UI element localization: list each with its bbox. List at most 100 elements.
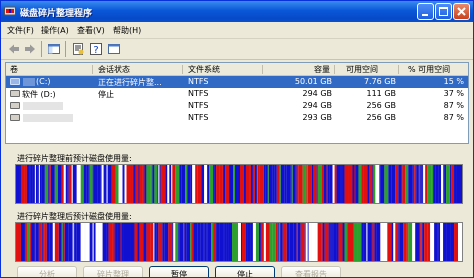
fragment-stripe	[383, 223, 388, 261]
toolbar: ?	[1, 39, 473, 60]
fragment-stripe	[121, 165, 123, 203]
menu-action[interactable]: 操作(A)	[41, 25, 69, 36]
hard-drive-icon	[10, 114, 20, 121]
fragment-stripe	[223, 165, 226, 203]
fragment-stripe	[223, 223, 225, 261]
fragment-stripe	[421, 165, 423, 203]
fragment-stripe	[393, 223, 396, 261]
properties-icon[interactable]	[71, 42, 85, 56]
volume-row[interactable]: NTFS 293 GB 256 GB 87 %	[6, 112, 468, 124]
fragment-stripe	[336, 223, 339, 261]
analyze-button[interactable]: 分析	[17, 266, 77, 277]
menu-view[interactable]: 查看(V)	[77, 25, 105, 36]
fragment-stripe	[371, 223, 373, 261]
fragment-stripe	[158, 223, 163, 261]
fragment-stripe	[250, 165, 253, 203]
column-file-system[interactable]: 文件系统	[188, 64, 220, 75]
fragment-stripe	[290, 165, 292, 203]
help-icon[interactable]: ?	[89, 42, 103, 56]
minimize-button[interactable]	[417, 3, 434, 20]
fragment-stripe	[420, 223, 422, 261]
fragment-stripe	[406, 223, 408, 261]
fragment-stripe	[257, 165, 260, 203]
fragment-stripe	[89, 165, 93, 203]
fragment-stripe	[380, 223, 384, 261]
column-free-space[interactable]: 可用空间	[346, 64, 378, 75]
percent-free: 15 %	[443, 77, 464, 86]
fragment-stripe	[391, 165, 396, 203]
fragment-stripe	[263, 165, 266, 203]
fragment-stripe	[398, 165, 402, 203]
fragment-stripe	[38, 223, 42, 261]
fragment-stripe	[114, 223, 116, 261]
fragment-stripe	[150, 165, 153, 203]
fragment-stripe	[171, 165, 173, 203]
fragment-stripe	[425, 165, 428, 203]
fragment-stripe	[233, 165, 235, 203]
title-bar[interactable]: 磁盘碎片整理程序	[1, 1, 473, 22]
fragment-stripe	[17, 223, 21, 261]
column-volume[interactable]: 卷	[10, 64, 18, 75]
volume-row[interactable]: 软件 (D:) 停止 NTFS 294 GB 111 GB 37 %	[6, 88, 468, 100]
fragment-stripe	[146, 223, 151, 261]
column-divider	[334, 65, 335, 74]
view-report-button[interactable]: 查看报告	[281, 266, 341, 277]
fragment-stripe	[376, 223, 381, 261]
menu-bar: 文件(F) 操作(A) 查看(V) 帮助(H)	[1, 22, 473, 39]
fragment-stripe	[167, 165, 170, 203]
fragment-stripe	[398, 223, 400, 261]
forward-arrow-icon[interactable]	[23, 42, 37, 56]
fragment-stripe	[68, 223, 73, 261]
show-hide-tree-icon[interactable]	[47, 42, 61, 56]
fragment-stripe	[272, 165, 275, 203]
menu-help[interactable]: 帮助(H)	[113, 25, 141, 36]
session-status: 正在进行碎片整...	[98, 78, 162, 87]
session-status: 停止	[98, 90, 114, 99]
close-button[interactable]	[453, 3, 470, 20]
volume-row[interactable]: NTFS 294 GB 256 GB 87 %	[6, 100, 468, 112]
stop-button[interactable]: 停止	[215, 266, 275, 277]
fragment-stripe	[402, 165, 406, 203]
fragment-stripe	[85, 223, 90, 261]
capacity: 294 GB	[302, 101, 333, 110]
fragment-stripe	[106, 223, 109, 261]
fragment-stripe	[347, 223, 350, 261]
fragment-stripe	[16, 223, 18, 261]
column-session-status[interactable]: 会话状态	[98, 64, 130, 75]
fragment-stripe	[373, 165, 376, 203]
fragment-stripe	[329, 165, 333, 203]
fragment-stripe	[54, 165, 58, 203]
fragment-stripe	[269, 223, 273, 261]
fragment-stripe	[31, 223, 35, 261]
free-space: 7.76 GB	[363, 77, 396, 86]
console-window-icon[interactable]	[107, 42, 121, 56]
back-arrow-icon[interactable]	[7, 42, 21, 56]
fragment-stripe	[181, 165, 186, 203]
fragment-stripe	[65, 165, 68, 203]
column-capacity[interactable]: 容量	[314, 64, 330, 75]
redacted-volume-name	[23, 114, 73, 122]
volume-list: 卷 会话状态 文件系统 容量 可用空间 % 可用空间 (C:) 正在进行碎片整.…	[5, 62, 469, 144]
fragment-stripe	[307, 223, 309, 261]
fragment-stripe	[168, 223, 173, 261]
defragment-button[interactable]: 碎片整理	[83, 266, 143, 277]
fragment-stripe	[249, 165, 251, 203]
volume-row[interactable]: (C:) 正在进行碎片整... NTFS 50.01 GB 7.76 GB 15…	[6, 76, 468, 88]
menu-file[interactable]: 文件(F)	[7, 25, 34, 36]
fragment-stripe	[165, 165, 168, 203]
fragment-stripe	[112, 223, 115, 261]
maximize-button[interactable]	[435, 3, 452, 20]
fragment-stripe	[126, 165, 131, 203]
column-percent-free[interactable]: % 可用空间	[408, 64, 450, 75]
fragment-stripe	[422, 165, 424, 203]
pause-button[interactable]: 暂停	[149, 266, 209, 277]
fragment-stripe	[306, 165, 308, 203]
fragment-stripe	[282, 223, 287, 261]
free-space: 256 GB	[366, 101, 397, 110]
fragment-stripe	[64, 223, 69, 261]
percent-free: 87 %	[443, 101, 464, 110]
fragment-stripe	[420, 165, 422, 203]
fragment-stripe	[449, 165, 451, 203]
fragment-stripe	[265, 223, 270, 261]
fragment-stripe	[331, 223, 333, 261]
